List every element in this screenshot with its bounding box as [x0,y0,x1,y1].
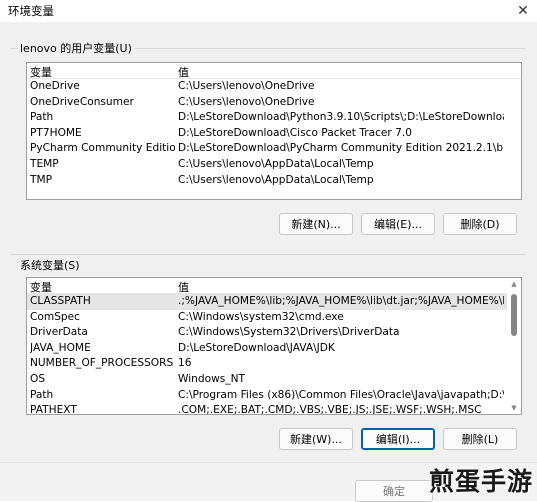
row-value: D:\LeStoreDownload\PyCharm Community Edi… [178,142,504,155]
row-value: C:\Users\lenovo\AppData\Local\Temp [178,157,374,170]
row-value: C:\Users\lenovo\OneDrive [178,80,315,92]
user-row-tmp[interactable]: TMP C:\Users\lenovo\AppData\Local\Temp [27,173,521,189]
user-row-pycharm[interactable]: PyCharm Community Edition D:\LeStoreDown… [27,141,521,157]
row-name: OneDrive [30,80,80,92]
row-value: D:\LeStoreDownload\Cisco Packet Tracer 7… [178,126,412,139]
row-name: TMP [30,173,52,186]
user-col-value[interactable]: 值 [178,64,189,80]
row-value: Windows_NT [178,372,245,385]
scroll-up-arrow-icon[interactable]: ▲ [507,278,521,290]
row-value: C:\Users\lenovo\AppData\Local\Temp [178,173,374,186]
user-row-pt7home[interactable]: PT7HOME D:\LeStoreDownload\Cisco Packet … [27,126,521,142]
user-variables-list[interactable]: 变量 值 OneDrive C:\Users\lenovo\OneDrive O… [26,62,522,200]
row-name: JAVA_HOME [30,341,91,354]
system-row-driverdata[interactable]: DriverData C:\Windows\System32\Drivers\D… [27,325,521,341]
row-name: Path [30,388,54,401]
row-value: C:\Users\lenovo\OneDrive [178,95,315,108]
system-row-comspec[interactable]: ComSpec C:\Windows\system32\cmd.exe [27,310,521,326]
user-row-onedrive[interactable]: OneDrive C:\Users\lenovo\OneDrive [27,79,521,95]
user-row-path[interactable]: Path D:\LeStoreDownload\Python3.9.10\Scr… [27,110,521,126]
row-value: C:\Windows\System32\Drivers\DriverData [178,326,400,339]
row-value: C:\Windows\system32\cmd.exe [178,310,344,323]
row-value: C:\Program Files (x86)\Common Files\Orac… [178,388,504,401]
system-row-classpath[interactable]: CLASSPATH .;%JAVA_HOME%\lib;%JAVA_HOME%\… [27,294,521,310]
user-col-variable[interactable]: 变量 [30,64,52,80]
system-group-divider [10,254,525,255]
window-title: 环境变量 [8,4,54,18]
watermark-logo: 煎蛋手游 [428,467,533,496]
row-value: D:\LeStoreDownload\Python3.9.10\Scripts\… [178,111,504,124]
scrollbar-thumb[interactable] [511,294,517,336]
row-name: PATHEXT [30,404,77,415]
row-name: NUMBER_OF_PROCESSORS [30,357,174,370]
scroll-down-arrow-icon[interactable]: ▼ [507,402,521,414]
system-col-value[interactable]: 值 [178,279,189,295]
dialog-body: lenovo 的用户变量(U) 变量 值 OneDrive C:\Users\l… [0,22,537,502]
row-name: CLASSPATH [30,295,91,307]
user-row-onedriveconsumer[interactable]: OneDriveConsumer C:\Users\lenovo\OneDriv… [27,95,521,111]
user-variables-label: lenovo 的用户变量(U) [18,40,134,56]
ok-button[interactable]: 确定 [355,480,433,502]
system-row-pathext[interactable]: PATHEXT .COM;.EXE;.BAT;.CMD;.VBS;.VBE;.J… [27,403,521,415]
user-row-temp[interactable]: TEMP C:\Users\lenovo\AppData\Local\Temp [27,157,521,173]
system-col-variable[interactable]: 变量 [30,279,52,295]
system-new-button[interactable]: 新建(W)... [279,428,353,450]
user-delete-button[interactable]: 删除(D) [443,213,517,235]
user-new-button[interactable]: 新建(N)... [279,213,353,235]
row-name: DriverData [30,326,88,339]
system-row-os[interactable]: OS Windows_NT [27,372,521,388]
title-bar: 环境变量 ✕ [0,0,537,22]
row-name: OneDriveConsumer [30,95,134,108]
row-name: PT7HOME [30,126,82,139]
system-delete-button[interactable]: 删除(L) [443,428,517,450]
system-list-header: 变量 值 [27,278,521,294]
system-row-number-of-processors[interactable]: NUMBER_OF_PROCESSORS 16 [27,356,521,372]
row-name: PyCharm Community Edition [30,142,175,155]
row-value: D:\LeStoreDownload\JAVA\JDK [178,341,335,354]
system-edit-button[interactable]: 编辑(I)... [361,428,435,450]
row-name: ComSpec [30,310,80,323]
row-value: 16 [178,357,192,370]
user-edit-button[interactable]: 编辑(E)... [361,213,435,235]
system-row-java-home[interactable]: JAVA_HOME D:\LeStoreDownload\JAVA\JDK [27,341,521,357]
system-variables-label: 系统变量(S) [18,257,82,273]
system-row-path[interactable]: Path C:\Program Files (x86)\Common Files… [27,388,521,404]
row-name: OS [30,372,46,385]
row-value: .;%JAVA_HOME%\lib;%JAVA_HOME%\lib\dt.jar… [178,295,504,307]
user-list-header: 变量 值 [27,63,521,79]
row-name: TEMP [30,157,59,170]
system-variables-list[interactable]: 变量 值 CLASSPATH .;%JAVA_HOME%\lib;%JAVA_H… [26,277,522,415]
row-value: .COM;.EXE;.BAT;.CMD;.VBS;.VBE;.JS;.JSE;.… [178,404,482,415]
system-list-scrollbar[interactable]: ▲ ▼ [507,278,521,414]
row-name: Path [30,111,54,124]
close-icon[interactable]: ✕ [509,0,537,22]
